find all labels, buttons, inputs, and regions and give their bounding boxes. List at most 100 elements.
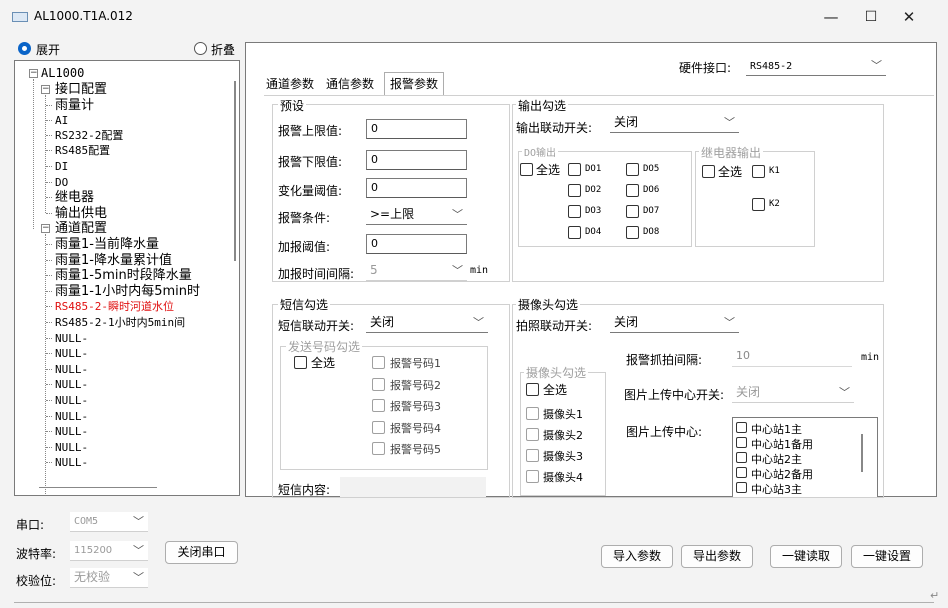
tree-item[interactable]: 继电器 (55, 191, 94, 204)
sms-number-label: 报警号码2 (390, 378, 441, 392)
center-checkbox[interactable] (736, 482, 747, 493)
tree-item[interactable]: 雨量1-当前降水量 (55, 238, 159, 251)
tree-item[interactable]: DI (55, 160, 68, 173)
export-params-button[interactable]: 导出参数 (681, 545, 753, 568)
tree-node-interface[interactable]: 接口配置 (55, 83, 107, 96)
relay-k2-label: K2 (769, 199, 780, 209)
read-all-button[interactable]: 一键读取 (770, 545, 842, 568)
collapse-toggle-icon[interactable]: − (41, 85, 50, 94)
upper-limit-input[interactable]: 0 (366, 119, 467, 139)
tree-item[interactable]: DO (55, 176, 68, 189)
photo-switch-select[interactable]: 关闭 ﹀ (610, 313, 739, 333)
center-checkbox[interactable] (736, 452, 747, 463)
upload-switch-select[interactable]: 关闭 ﹀ (732, 383, 854, 403)
add-interval-select[interactable]: 5 ﹀ (366, 261, 467, 281)
set-all-button[interactable]: 一键设置 (851, 545, 923, 568)
import-params-button[interactable]: 导入参数 (601, 545, 673, 568)
hardware-select[interactable]: RS485-2 ﹀ (746, 56, 886, 76)
tree-item[interactable]: NULL- (55, 363, 88, 376)
tree-item[interactable]: NULL- (55, 456, 88, 469)
do-checkbox[interactable] (626, 205, 639, 218)
do-select-all-checkbox[interactable] (520, 163, 533, 176)
camera-checkbox[interactable] (526, 428, 539, 441)
tree-item[interactable]: NULL- (55, 332, 88, 345)
tree-item[interactable]: 雨量计 (55, 99, 94, 112)
config-tree[interactable]: − AL1000 − 接口配置 雨量计 AI RS232-2配置 RS485配置 DI D… (14, 60, 240, 496)
tree-item[interactable]: RS485-2-1小时内5min间 (55, 316, 185, 329)
sms-switch-select[interactable]: 关闭 ﹀ (366, 313, 488, 333)
tree-item[interactable]: 雨量1-5min时段降水量 (55, 269, 192, 282)
relay-select-all-checkbox[interactable] (702, 165, 715, 178)
camera-checkbox[interactable] (526, 470, 539, 483)
relay-k1-checkbox[interactable] (752, 165, 765, 178)
tree-item[interactable]: NULL- (55, 425, 88, 438)
center-checkbox[interactable] (736, 437, 747, 448)
upload-center-list[interactable]: 中心站1主 中心站1备用 中心站2主 中心站2备用 中心站3主 (732, 417, 878, 497)
sms-number-checkbox[interactable] (372, 356, 385, 369)
collapse-radio[interactable] (194, 42, 207, 55)
return-mark-icon: ↵ (930, 589, 940, 602)
tree-scrollbar[interactable] (234, 81, 236, 261)
do-checkbox[interactable] (626, 184, 639, 197)
collapse-toggle-icon[interactable]: − (41, 224, 50, 233)
do-checkbox[interactable] (568, 205, 581, 218)
tree-item[interactable]: 雨量1-1小时内每5min时 (55, 285, 200, 298)
do-checkbox[interactable] (626, 163, 639, 176)
tab-channel-params[interactable]: 通道参数 (264, 75, 316, 95)
sms-content-input[interactable] (340, 477, 486, 497)
tree-item[interactable]: RS485-2-瞬时河道水位 (55, 300, 174, 313)
capture-interval-input[interactable]: 10 (732, 347, 852, 367)
tree-item[interactable]: 输出供电 (55, 207, 107, 220)
sms-number-checkbox[interactable] (372, 442, 385, 455)
sms-number-checkbox[interactable] (372, 399, 385, 412)
camera-checkbox[interactable] (526, 407, 539, 420)
collapse-toggle-icon[interactable]: − (29, 69, 38, 78)
tree-item[interactable]: 雨量1-降水量累计值 (55, 254, 172, 267)
change-threshold-label: 变化量阈值: (278, 184, 343, 198)
do-label: DO6 (643, 185, 660, 195)
tree-item[interactable]: AI (55, 114, 68, 127)
camera-select-all-checkbox[interactable] (526, 383, 539, 396)
status-divider (14, 602, 934, 603)
center-checkbox[interactable] (736, 422, 747, 433)
add-threshold-input[interactable]: 0 (366, 234, 467, 254)
center-checkbox[interactable] (736, 467, 747, 478)
window-title: AL1000.T1A.012 (34, 9, 133, 23)
do-checkbox[interactable] (626, 226, 639, 239)
do-checkbox[interactable] (568, 163, 581, 176)
camera-checkbox[interactable] (526, 449, 539, 462)
tree-item[interactable]: NULL- (55, 410, 88, 423)
alarm-condition-select[interactable]: >=上限 ﹀ (366, 205, 467, 225)
close-button[interactable]: ✕ (886, 0, 932, 34)
do-output-title: DO输出 (522, 144, 559, 159)
center-list-scrollbar[interactable] (861, 434, 863, 472)
tree-item[interactable]: NULL- (55, 347, 88, 360)
sms-select-all-checkbox[interactable] (294, 356, 307, 369)
tree-item[interactable]: NULL- (55, 441, 88, 454)
sms-number-checkbox[interactable] (372, 377, 385, 391)
relay-k2-checkbox[interactable] (752, 198, 765, 211)
add-threshold-label: 加报阈值: (278, 240, 331, 254)
lower-limit-input[interactable]: 0 (366, 150, 467, 170)
do-checkbox[interactable] (568, 226, 581, 239)
expand-radio[interactable] (18, 42, 31, 55)
tree-item[interactable]: NULL- (55, 378, 88, 391)
tab-alarm-params[interactable]: 报警参数 (384, 72, 445, 96)
title-bar: AL1000.T1A.012 — ☐ ✕ (0, 0, 948, 34)
tree-root[interactable]: AL1000 (41, 67, 84, 80)
tree-item[interactable]: NULL- (55, 394, 88, 407)
tree-node-channel[interactable]: 通道配置 (55, 222, 107, 235)
tree-item[interactable]: RS232-2配置 (55, 129, 123, 142)
output-switch-select[interactable]: 关闭 ﹀ (610, 113, 739, 133)
photo-switch-label: 拍照联动开关: (516, 319, 593, 333)
do-checkbox[interactable] (568, 184, 581, 197)
baud-select[interactable]: 115200 ﹀ (70, 541, 148, 561)
parity-select[interactable]: 无校验 ﹀ (70, 568, 148, 588)
tree-hscrollbar[interactable] (39, 487, 157, 488)
sms-number-checkbox[interactable] (372, 420, 385, 434)
tab-comm-params[interactable]: 通信参数 (324, 75, 376, 95)
close-port-button[interactable]: 关闭串口 (165, 541, 238, 564)
tree-item[interactable]: RS485配置 (55, 144, 110, 157)
port-select[interactable]: COM5 ﹀ (70, 512, 148, 532)
change-threshold-input[interactable]: 0 (366, 178, 467, 198)
